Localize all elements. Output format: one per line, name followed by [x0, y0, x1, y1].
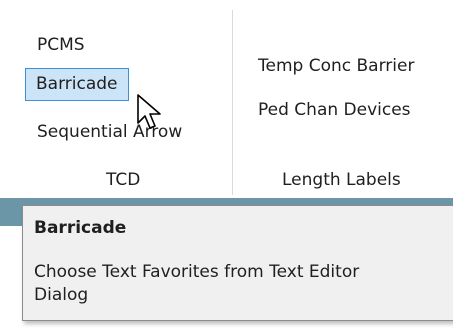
ribbon: PCMS Barricade Sequential Arrow TCD Temp… — [0, 0, 453, 198]
ped-chan-devices-button[interactable]: Ped Chan Devices — [258, 99, 411, 121]
pcms-button[interactable]: PCMS — [37, 34, 85, 56]
group-label-tcd: TCD — [106, 170, 141, 190]
tooltip-description: Choose Text Favorites from Text Editor D… — [34, 262, 360, 305]
barricade-button[interactable]: Barricade — [25, 68, 129, 101]
tooltip-title: Barricade — [34, 218, 127, 238]
temp-conc-barrier-button[interactable]: Temp Conc Barrier — [258, 55, 414, 77]
tooltip: Barricade Choose Text Favorites from Tex… — [22, 205, 453, 321]
group-label-length-labels: Length Labels — [282, 170, 401, 190]
ribbon-group-length-labels: Temp Conc Barrier Ped Chan Devices Lengt… — [233, 0, 453, 198]
arrow-pointer-icon — [137, 94, 161, 129]
ribbon-group-tcd: PCMS Barricade Sequential Arrow TCD — [0, 0, 232, 198]
